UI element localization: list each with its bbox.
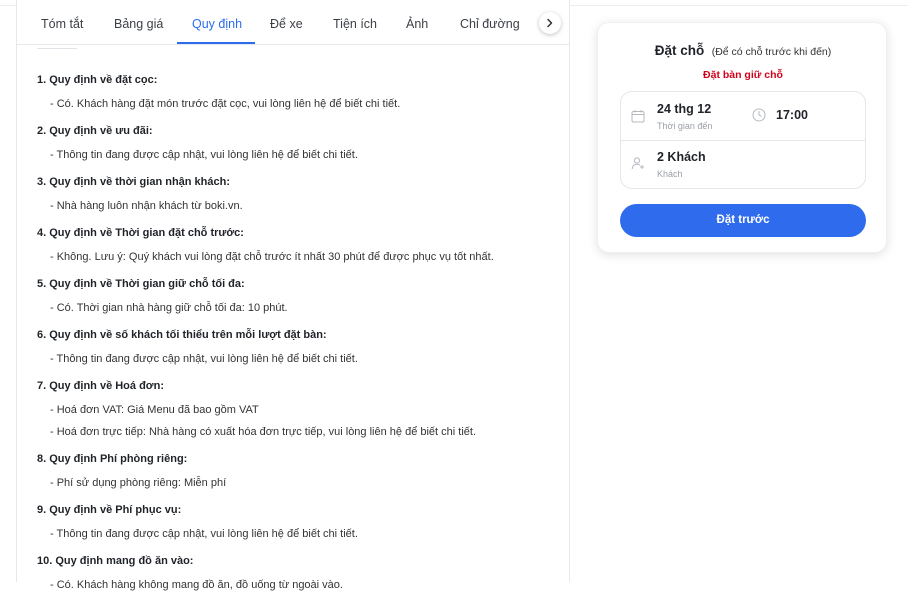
rule-item: 5. Quy định về Thời gian giữ chỗ tối đa:… — [37, 274, 557, 320]
booking-header: Đặt chỗ (Để có chỗ trước khi đến) — [598, 42, 888, 60]
rule-text: - Có. Thời gian nhà hàng giữ chỗ tối đa:… — [50, 302, 288, 314]
guest-count[interactable]: 2 Khách — [657, 150, 706, 164]
rule-text: - Thông tin đang được cập nhật, vui lòng… — [50, 528, 358, 540]
tab-summary[interactable]: Tóm tắt — [41, 0, 83, 44]
rule-text: - Có. Khách hàng không mang đồ ăn, đồ uố… — [50, 579, 343, 591]
rule-text: - Hoá đơn VAT: Giá Menu đã bao gồm VAT — [50, 404, 259, 416]
tab-amenities[interactable]: Tiện ích — [333, 0, 377, 44]
rule-item: 8. Quy định Phí phòng riêng: - Phí sử dụ… — [37, 449, 557, 495]
rule-item: 6. Quy định về số khách tối thiểu trên m… — [37, 325, 557, 371]
tab-price-list[interactable]: Bảng giá — [114, 0, 163, 44]
rule-title: 5. Quy định về Thời gian giữ chỗ tối đa: — [37, 278, 245, 290]
content-panel: Tóm tắt Bảng giá Quy định Để xe Tiện ích… — [16, 0, 570, 591]
booking-subtitle: Đặt bàn giữ chỗ — [703, 69, 783, 81]
rule-text: - Có. Khách hàng đặt món trước đặt cọc, … — [50, 98, 401, 110]
rule-text: - Thông tin đang được cập nhật, vui lòng… — [50, 149, 358, 161]
tab-parking[interactable]: Để xe — [270, 0, 303, 44]
rule-title: 9. Quy định về Phí phục vụ: — [37, 504, 182, 516]
booking-details: 24 thg 12 Thời gian đến 17:00 2 Khách Kh… — [620, 91, 866, 189]
rule-text: - Hoá đơn trực tiếp: Nhà hàng có xuất hó… — [50, 426, 477, 438]
rule-item: 4. Quy định về Thời gian đặt chỗ trước: … — [37, 223, 557, 269]
booking-card: Đặt chỗ (Để có chỗ trước khi đến) Đặt bà… — [597, 22, 887, 253]
tab-directions[interactable]: Chỉ đường — [460, 0, 520, 44]
date-label: Thời gian đến — [657, 121, 713, 131]
rule-title: 7. Quy định về Hoá đơn: — [37, 380, 164, 392]
details-divider — [621, 140, 865, 141]
rule-item: 7. Quy định về Hoá đơn: - Hoá đơn VAT: G… — [37, 376, 557, 444]
tab-rules[interactable]: Quy định — [192, 0, 242, 44]
book-button[interactable]: Đặt trước — [620, 204, 866, 237]
rule-text: - Nhà hàng luôn nhận khách từ boki.vn. — [50, 200, 243, 212]
tab-next-button[interactable] — [539, 12, 561, 34]
tab-photos[interactable]: Ảnh — [406, 0, 428, 44]
date-value[interactable]: 24 thg 12 — [657, 102, 711, 116]
rule-title: 6. Quy định về số khách tối thiểu trên m… — [37, 329, 327, 341]
guest-icon — [631, 157, 644, 170]
chevron-right-icon — [547, 18, 553, 28]
booking-note: (Để có chỗ trước khi đến) — [711, 46, 832, 58]
rule-title: 2. Quy định về ưu đãi: — [37, 125, 153, 137]
rule-text: - Phí sử dụng phòng riêng: Miễn phí — [50, 477, 227, 489]
rule-item: 10. Quy định mang đồ ăn vào: - Có. Khách… — [37, 551, 557, 597]
rule-title: 8. Quy định Phí phòng riêng: — [37, 453, 188, 465]
rule-item: 2. Quy định về ưu đãi: - Thông tin đang … — [37, 121, 557, 167]
rule-text: - Thông tin đang được cập nhật, vui lòng… — [50, 353, 358, 365]
clock-icon — [752, 108, 766, 122]
time-value[interactable]: 17:00 — [776, 108, 808, 122]
rule-title: 1. Quy định về đặt cọc: — [37, 74, 158, 86]
rule-item: 1. Quy định về đặt cọc: - Có. Khách hàng… — [37, 70, 557, 116]
rule-item: 3. Quy định về thời gian nhận khách: - N… — [37, 172, 557, 218]
rule-item: 9. Quy định về Phí phục vụ: - Thông tin … — [37, 500, 557, 546]
rules-list: 1. Quy định về đặt cọc: - Có. Khách hàng… — [37, 70, 557, 597]
calendar-icon — [631, 110, 645, 123]
guest-label: Khách — [657, 169, 683, 179]
tab-bar: Tóm tắt Bảng giá Quy định Để xe Tiện ích… — [17, 0, 569, 45]
rule-text: - Không. Lưu ý: Quý khách vui lòng đặt c… — [50, 251, 494, 263]
rule-title: 3. Quy định về thời gian nhận khách: — [37, 176, 231, 188]
booking-title: Đặt chỗ — [654, 43, 705, 58]
rule-title: 10. Quy định mang đồ ăn vào: — [37, 555, 194, 567]
active-tab-indicator — [177, 42, 255, 44]
divider — [37, 48, 77, 49]
rule-title: 4. Quy định về Thời gian đặt chỗ trước: — [37, 227, 244, 239]
